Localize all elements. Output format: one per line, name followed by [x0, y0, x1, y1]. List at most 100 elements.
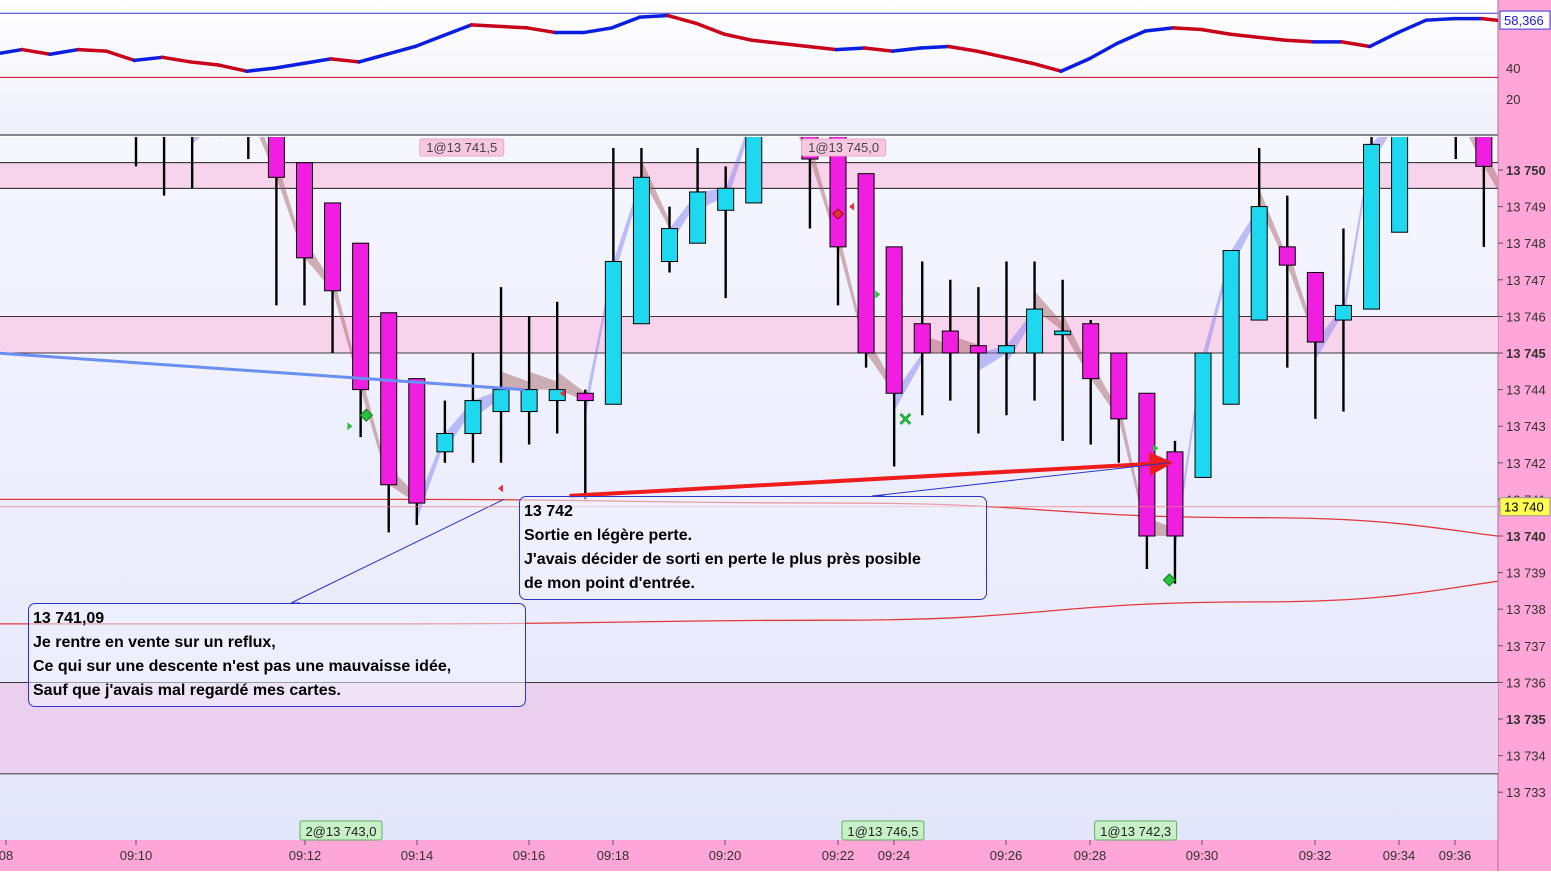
x-tick-label: 09:36	[1439, 848, 1472, 863]
candle-body	[492, 389, 510, 413]
osc-segment	[1283, 38, 1316, 44]
y-tick-label: 13 740	[1506, 529, 1546, 544]
osc-segment	[469, 23, 502, 29]
candle-body	[885, 246, 903, 394]
annotation-entry-line1: Je rentre en vente sur un reflux,	[33, 634, 276, 651]
candle-body	[1194, 352, 1212, 478]
y-tick-label: 13 746	[1506, 309, 1546, 324]
time-axis-panel	[0, 840, 1498, 871]
candle-body	[295, 162, 313, 259]
annotation-exit[interactable]: 13 742 Sortie en légère perte. J'avais d…	[519, 496, 987, 600]
x-tick-label: 09:28	[1074, 848, 1107, 863]
candle-body	[689, 191, 707, 244]
candle-body	[576, 392, 594, 402]
y-tick-label: 13 737	[1506, 639, 1546, 654]
candle-body	[1278, 246, 1296, 266]
order-label-text: 1@13 746,5	[847, 824, 918, 839]
candle-body	[661, 228, 679, 262]
candle-body	[324, 202, 342, 292]
x-tick-label: 08	[0, 848, 13, 863]
osc-tick-label: 20	[1506, 92, 1520, 107]
candle-body	[717, 187, 735, 211]
osc-segment	[834, 46, 867, 52]
order-label-0: 2@13 743,0	[299, 820, 383, 841]
y-tick-label: 13 743	[1506, 419, 1546, 434]
annotation-exit-line2: J'avais décider de sorti en perte le plu…	[524, 551, 921, 568]
y-tick-label: 13 733	[1506, 785, 1546, 800]
y-tick-label: 13 748	[1506, 236, 1546, 251]
y-tick-label: 13 738	[1506, 602, 1546, 617]
order-label-text: 2@13 743,0	[305, 824, 376, 839]
candle-body	[857, 173, 875, 354]
osc-value-label: 58,366	[1499, 10, 1551, 30]
x-tick-label: 09:24	[878, 848, 911, 863]
candle-body	[520, 389, 538, 413]
trade-label-1: 1@13 745,0	[801, 138, 887, 157]
annotation-exit-line1: Sortie en légère perte.	[524, 527, 693, 544]
x-tick-label: 09:18	[597, 848, 630, 863]
candle-body	[941, 330, 959, 354]
x-tick-label: 09:26	[990, 848, 1023, 863]
x-tick-label: 09:20	[709, 848, 742, 863]
osc-segment	[1424, 16, 1456, 22]
x-tick-label: 09:16	[513, 848, 546, 863]
y-tick-label: 13 735	[1506, 712, 1546, 727]
annotation-exit-line3: de mon point d'entrée.	[524, 575, 695, 592]
candle-body	[1026, 308, 1044, 354]
candle-body	[969, 345, 987, 354]
candle-body	[604, 261, 622, 405]
current-price-label: 13 740	[1499, 497, 1551, 517]
osc-segment	[497, 24, 530, 30]
x-tick-label: 09:10	[120, 848, 153, 863]
osc-tick-label: 40	[1506, 61, 1520, 76]
osc-segment	[1171, 26, 1204, 32]
y-tick-label: 13 747	[1506, 273, 1546, 288]
candle-body	[352, 242, 370, 391]
trade-label-0: 1@13 741,5	[419, 138, 505, 157]
candle-body	[436, 433, 454, 453]
candle-body	[1334, 304, 1352, 321]
candle-body	[632, 176, 650, 325]
annotation-entry-price: 13 741,09	[33, 610, 105, 627]
osc-value-text: 58,366	[1504, 13, 1544, 28]
y-tick-label: 13 742	[1506, 456, 1546, 471]
y-tick-label: 13 739	[1506, 566, 1546, 581]
x-tick-label: 09:14	[401, 848, 434, 863]
order-label-2: 1@13 742,3	[1094, 820, 1178, 841]
candle-body	[408, 378, 426, 504]
order-label-1: 1@13 746,5	[841, 820, 925, 841]
candle-body	[1054, 330, 1072, 336]
y-tick-label: 13 744	[1506, 383, 1546, 398]
annotation-exit-price: 13 742	[524, 503, 573, 520]
x-tick-label: 09:34	[1383, 848, 1416, 863]
trade-label-text: 1@13 741,5	[426, 140, 497, 155]
x-tick-label: 09:30	[1186, 848, 1219, 863]
candle-body	[1222, 250, 1240, 405]
price-axis-panel	[1498, 0, 1551, 871]
y-tick-label: 13 734	[1506, 749, 1546, 764]
current-price-text: 13 740	[1504, 500, 1544, 515]
annotation-entry-line2: Ce qui sur une descente n'est pas une ma…	[33, 658, 452, 675]
osc-segment	[76, 47, 109, 53]
candle-body	[1306, 271, 1324, 343]
candle-body	[1082, 323, 1100, 380]
annotation-entry-line3: Sauf que j'avais mal regardé mes cartes.	[33, 682, 341, 699]
y-tick-label: 13 745	[1506, 346, 1546, 361]
y-tick-label: 13 736	[1506, 675, 1546, 690]
candlestick-chart[interactable]: 1@13 741,5 1@13 745,0 2@13 743,0 1@13 746,5…	[0, 0, 1551, 871]
y-tick-label: 13 749	[1506, 200, 1546, 215]
chart-window: 1@13 741,5 1@13 745,0 2@13 743,0 1@13 746,5…	[0, 0, 1551, 871]
candle-body	[1110, 352, 1128, 420]
x-tick-label: 09:32	[1299, 848, 1332, 863]
candle-body	[913, 323, 931, 354]
candle-body	[997, 345, 1015, 354]
annotation-entry[interactable]: 13 741,09 Je rentre en vente sur un refl…	[28, 603, 526, 707]
candle-body	[464, 400, 482, 435]
zone-band-middle	[0, 316, 1498, 353]
candle-body	[1363, 143, 1381, 310]
x-tick-label: 09:22	[822, 848, 855, 863]
osc-segment	[918, 44, 951, 50]
candle-body	[380, 312, 398, 486]
order-label-text: 1@13 742,3	[1100, 824, 1171, 839]
trade-label-text: 1@13 745,0	[808, 140, 879, 155]
